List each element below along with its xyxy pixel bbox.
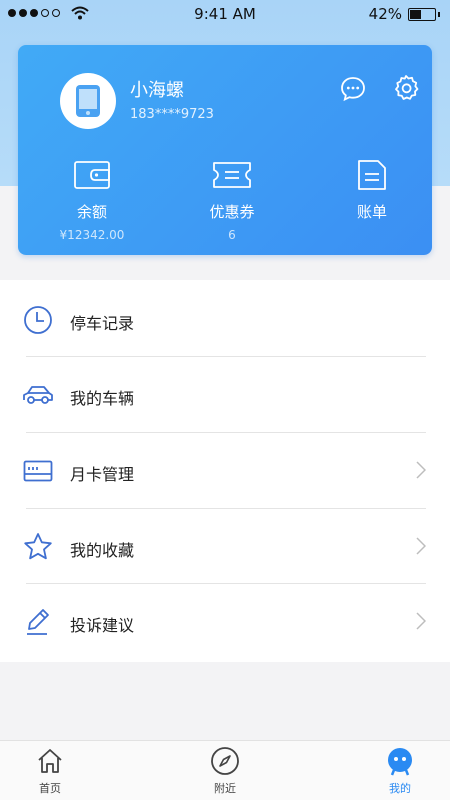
status-bar: 9:41 AM 42% (0, 0, 450, 28)
tab-home[interactable]: 首页 (20, 745, 80, 796)
tab-label: 附近 (214, 782, 236, 795)
menu-item-my-vehicles[interactable]: 我的车辆 (0, 357, 450, 432)
menu-label: 投诉建议 (70, 616, 135, 635)
tab-mine[interactable]: 我的 (370, 745, 430, 796)
chevron-right-icon (416, 461, 426, 479)
battery-indicator: 42% (369, 5, 440, 23)
bill-label: 账单 (356, 203, 387, 221)
star-icon (24, 533, 52, 560)
coupon-icon (213, 162, 251, 188)
coupon-stat[interactable]: 优惠券 6 (162, 157, 302, 242)
card-icon (23, 460, 53, 482)
home-icon (38, 749, 62, 773)
tab-nearby[interactable]: 附近 (195, 745, 255, 796)
user-name[interactable]: 小海螺 (130, 76, 184, 102)
menu-item-favorites[interactable]: 我的收藏 (0, 509, 450, 584)
balance-label: 余额 (76, 203, 107, 221)
user-phone: 183****9723 (130, 107, 214, 122)
menu-label: 我的收藏 (70, 541, 135, 560)
battery-icon (408, 7, 436, 21)
user-icon (388, 748, 412, 776)
menu-list: 停车记录 我的车辆 月卡管理 我的收藏 投诉建议 (0, 280, 450, 662)
wallet-icon (74, 161, 110, 189)
menu-label: 我的车辆 (70, 389, 135, 408)
tab-bar: 首页 附近 我的 (0, 740, 450, 800)
menu-label: 停车记录 (70, 314, 135, 333)
phone-icon (76, 85, 100, 117)
car-icon (23, 386, 53, 404)
bill-icon (358, 160, 386, 190)
coupon-label: 优惠券 (209, 203, 255, 221)
menu-label: 月卡管理 (70, 465, 135, 484)
chevron-right-icon (416, 612, 426, 630)
menu-item-parking-records[interactable]: 停车记录 (0, 282, 450, 357)
pencil-icon (27, 609, 49, 635)
avatar[interactable] (60, 73, 116, 129)
coupon-value: 6 (228, 228, 236, 242)
gear-icon[interactable] (392, 74, 420, 102)
message-icon[interactable] (340, 76, 366, 102)
tab-label: 首页 (39, 782, 61, 795)
menu-item-feedback[interactable]: 投诉建议 (0, 584, 450, 659)
chevron-right-icon (416, 537, 426, 555)
account-card: 小海螺 183****9723 余额 ¥12342.00 优惠券 6 账单 (18, 45, 432, 255)
tab-label: 我的 (389, 782, 411, 795)
menu-item-monthly-card[interactable]: 月卡管理 (0, 433, 450, 508)
clock-icon (24, 306, 52, 334)
bill-stat[interactable]: 账单 (302, 157, 442, 222)
balance-value: ¥12342.00 (59, 228, 125, 242)
compass-icon (211, 747, 239, 775)
balance-stat[interactable]: 余额 ¥12342.00 (22, 157, 162, 242)
battery-percent: 42% (368, 5, 402, 23)
